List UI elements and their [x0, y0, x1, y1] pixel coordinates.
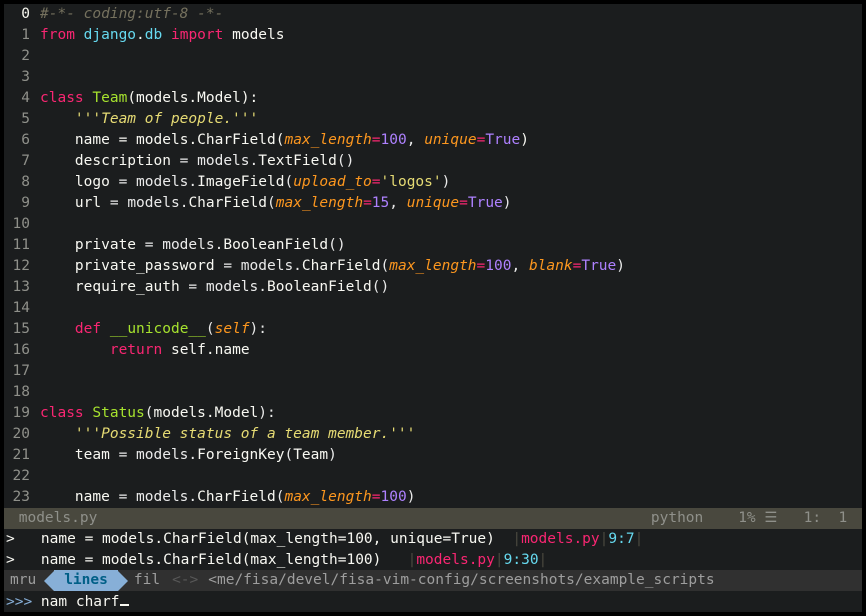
ctrlp-mode-mru[interactable]: mru: [4, 570, 44, 591]
code-line: #-*- coding:utf-8 -*-: [40, 4, 862, 25]
code-line: '''Team of people.''': [40, 109, 862, 130]
separator-left-icon: [44, 571, 54, 591]
cursor-icon: [120, 591, 129, 606]
status-percent: 1%: [738, 510, 755, 526]
ctrlp-cwd-path: <me/fisa/devel/fisa-vim-config/screensho…: [202, 570, 862, 591]
code-line: name = models.CharField(max_length=100, …: [40, 130, 862, 151]
code-line: require_auth = models.BooleanField(): [40, 277, 862, 298]
code-line: url = models.CharField(max_length=15, un…: [40, 193, 862, 214]
code-line: private = models.BooleanField(): [40, 235, 862, 256]
code-line: def __unicode__(self):: [40, 319, 862, 340]
status-filetype: python: [651, 510, 703, 526]
code-line: from django.db import models: [40, 25, 862, 46]
ctrlp-prompt[interactable]: >>> nam charf: [4, 591, 862, 612]
code-line: class Team(models.Model):: [40, 88, 862, 109]
result-row[interactable]: > name = models.CharField(max_length=100…: [4, 529, 862, 550]
ctrlp-mode-fil[interactable]: fil: [128, 570, 168, 591]
code-line: description = models.TextField(): [40, 151, 862, 172]
ctrlp-mode-lines[interactable]: lines: [54, 570, 118, 591]
editor-window: 0 1 2 3 4 5 6 7 8 9 10 11 12 13 14 15 16…: [4, 4, 862, 612]
status-col: 1: [839, 510, 848, 526]
separator-icon: <->: [168, 570, 202, 591]
code-line: logo = models.ImageField(upload_to='logo…: [40, 172, 862, 193]
code-line: '''Possible status of a team member.''': [40, 424, 862, 445]
code-line: private_password = models.CharField(max_…: [40, 256, 862, 277]
list-icon: ☰: [764, 510, 777, 526]
line-number-gutter: 0 1 2 3 4 5 6 7 8 9 10 11 12 13 14 15 16…: [4, 4, 36, 508]
separator-right-icon: [118, 571, 128, 591]
code-line: return self.name: [40, 340, 862, 361]
code-line: name = models.CharField(max_length=100): [40, 487, 862, 508]
status-filename: models.py: [19, 510, 98, 526]
buffer-status-bar: models.py python 1% ☰ 1: 1: [4, 508, 862, 529]
ctrlp-status-line: mru lines fil <-> <me/fisa/devel/fisa-vi…: [4, 570, 862, 591]
result-row[interactable]: > name = models.CharField(max_length=100…: [4, 550, 862, 571]
code-line: class Status(models.Model):: [40, 403, 862, 424]
status-line: 1: [804, 510, 813, 526]
code-area[interactable]: 0 1 2 3 4 5 6 7 8 9 10 11 12 13 14 15 16…: [4, 4, 862, 508]
prompt-marker: >>>: [6, 594, 32, 610]
code-content[interactable]: #-*- coding:utf-8 -*- from django.db imp…: [36, 4, 862, 508]
code-line: team = models.ForeignKey(Team): [40, 445, 862, 466]
prompt-input-text[interactable]: nam charf: [32, 594, 119, 610]
